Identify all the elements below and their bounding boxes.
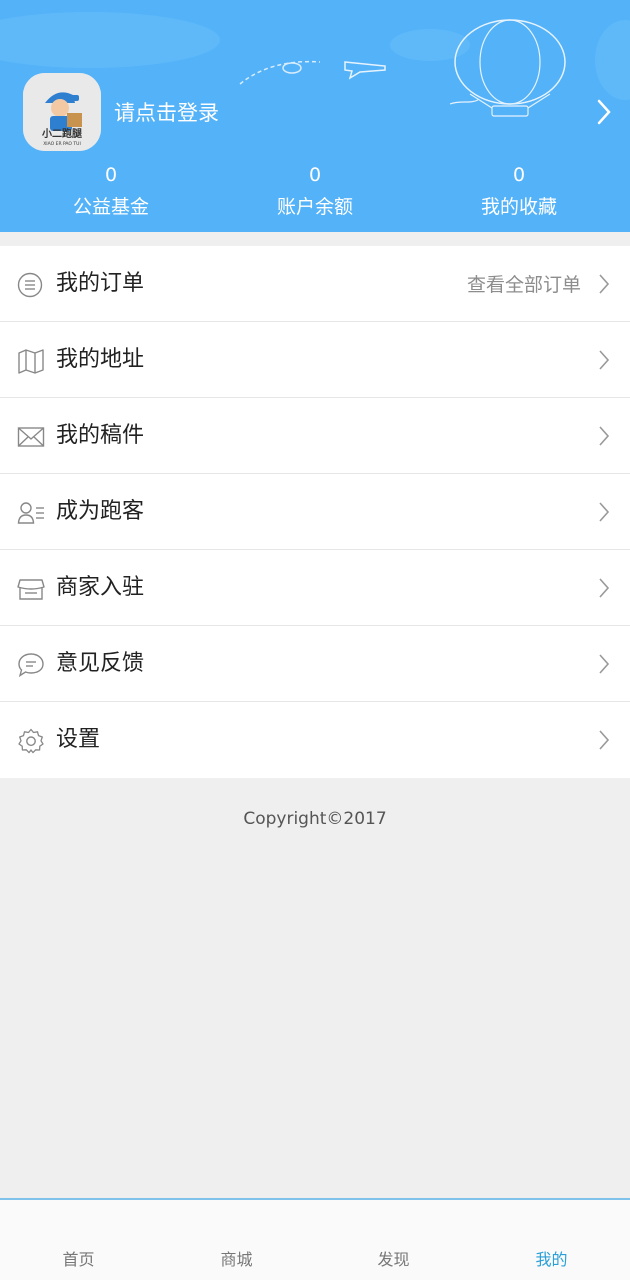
- svg-text:XIAO ER PAO TUI: XIAO ER PAO TUI: [43, 141, 81, 147]
- gear-icon: [18, 728, 44, 754]
- bottom-tab-bar: 首页 商城 发现 我的: [0, 1198, 630, 1280]
- stat-charity-fund[interactable]: 0 公益基金: [9, 160, 213, 224]
- menu-item-label: 我的稿件: [56, 423, 145, 448]
- stat-value: 0: [104, 164, 118, 186]
- profile-page: 小二跑腿 XIAO ER PAO TUI 请点击登录 0 公益基金 0 账户余额…: [0, 0, 630, 1280]
- menu-item-label: 我的订单: [56, 271, 145, 296]
- chevron-right-icon: [599, 426, 610, 446]
- stat-label: 账户余额: [276, 196, 353, 218]
- stat-value: 0: [512, 164, 526, 186]
- chevron-right-icon[interactable]: [594, 97, 614, 127]
- tab-home[interactable]: 首页: [0, 1248, 157, 1272]
- envelope-icon: [17, 427, 45, 447]
- tab-discover[interactable]: 发现: [315, 1248, 472, 1272]
- copyright-text: Copyright©2017: [243, 809, 387, 829]
- menu-item-feedback[interactable]: 意见反馈: [0, 626, 630, 702]
- stat-my-favorites[interactable]: 0 我的收藏: [417, 160, 621, 224]
- svg-text:小二跑腿: 小二跑腿: [41, 127, 83, 140]
- tab-mall[interactable]: 商城: [158, 1248, 315, 1272]
- stat-label: 我的收藏: [480, 196, 557, 218]
- map-icon: [18, 349, 44, 374]
- brand-logo-icon: 小二跑腿 XIAO ER PAO TUI: [23, 73, 101, 151]
- profile-header: 小二跑腿 XIAO ER PAO TUI 请点击登录 0 公益基金 0 账户余额…: [0, 0, 630, 232]
- stat-label: 公益基金: [72, 196, 149, 218]
- order-list-icon: [17, 272, 43, 298]
- avatar[interactable]: 小二跑腿 XIAO ER PAO TUI: [23, 73, 101, 151]
- login-prompt[interactable]: 请点击登录: [114, 98, 219, 128]
- menu-item-my-submissions[interactable]: 我的稿件: [0, 398, 630, 474]
- chevron-right-icon: [599, 730, 610, 750]
- chevron-right-icon: [599, 274, 610, 294]
- chevron-right-icon: [599, 350, 610, 370]
- menu-item-label: 我的地址: [56, 347, 145, 372]
- user-card-icon: [17, 502, 44, 524]
- menu-item-label: 意见反馈: [56, 651, 145, 676]
- chevron-right-icon: [599, 654, 610, 674]
- menu-item-my-orders[interactable]: 我的订单 查看全部订单: [0, 246, 630, 322]
- stat-value: 0: [308, 164, 322, 186]
- view-all-orders-link[interactable]: 查看全部订单: [467, 270, 581, 300]
- menu-item-merchant-join[interactable]: 商家入驻: [0, 550, 630, 626]
- menu-item-label: 商家入驻: [56, 575, 145, 600]
- chat-bubble-icon: [18, 653, 44, 678]
- chevron-right-icon: [599, 578, 610, 598]
- store-icon: [17, 579, 45, 600]
- menu-item-settings[interactable]: 设置: [0, 702, 630, 778]
- menu-item-label: 成为跑客: [56, 499, 145, 524]
- menu-item-label: 设置: [56, 727, 101, 752]
- menu-item-my-address[interactable]: 我的地址: [0, 322, 630, 398]
- chevron-right-icon: [599, 502, 610, 522]
- menu-item-become-runner[interactable]: 成为跑客: [0, 474, 630, 550]
- menu-list: 我的订单 查看全部订单 我的地址 我的稿件 成为跑客 商家入驻 意见反馈 设置: [0, 246, 630, 778]
- tab-mine[interactable]: 我的: [473, 1248, 630, 1272]
- section-gap: [0, 232, 630, 246]
- stat-account-balance[interactable]: 0 账户余额: [213, 160, 417, 224]
